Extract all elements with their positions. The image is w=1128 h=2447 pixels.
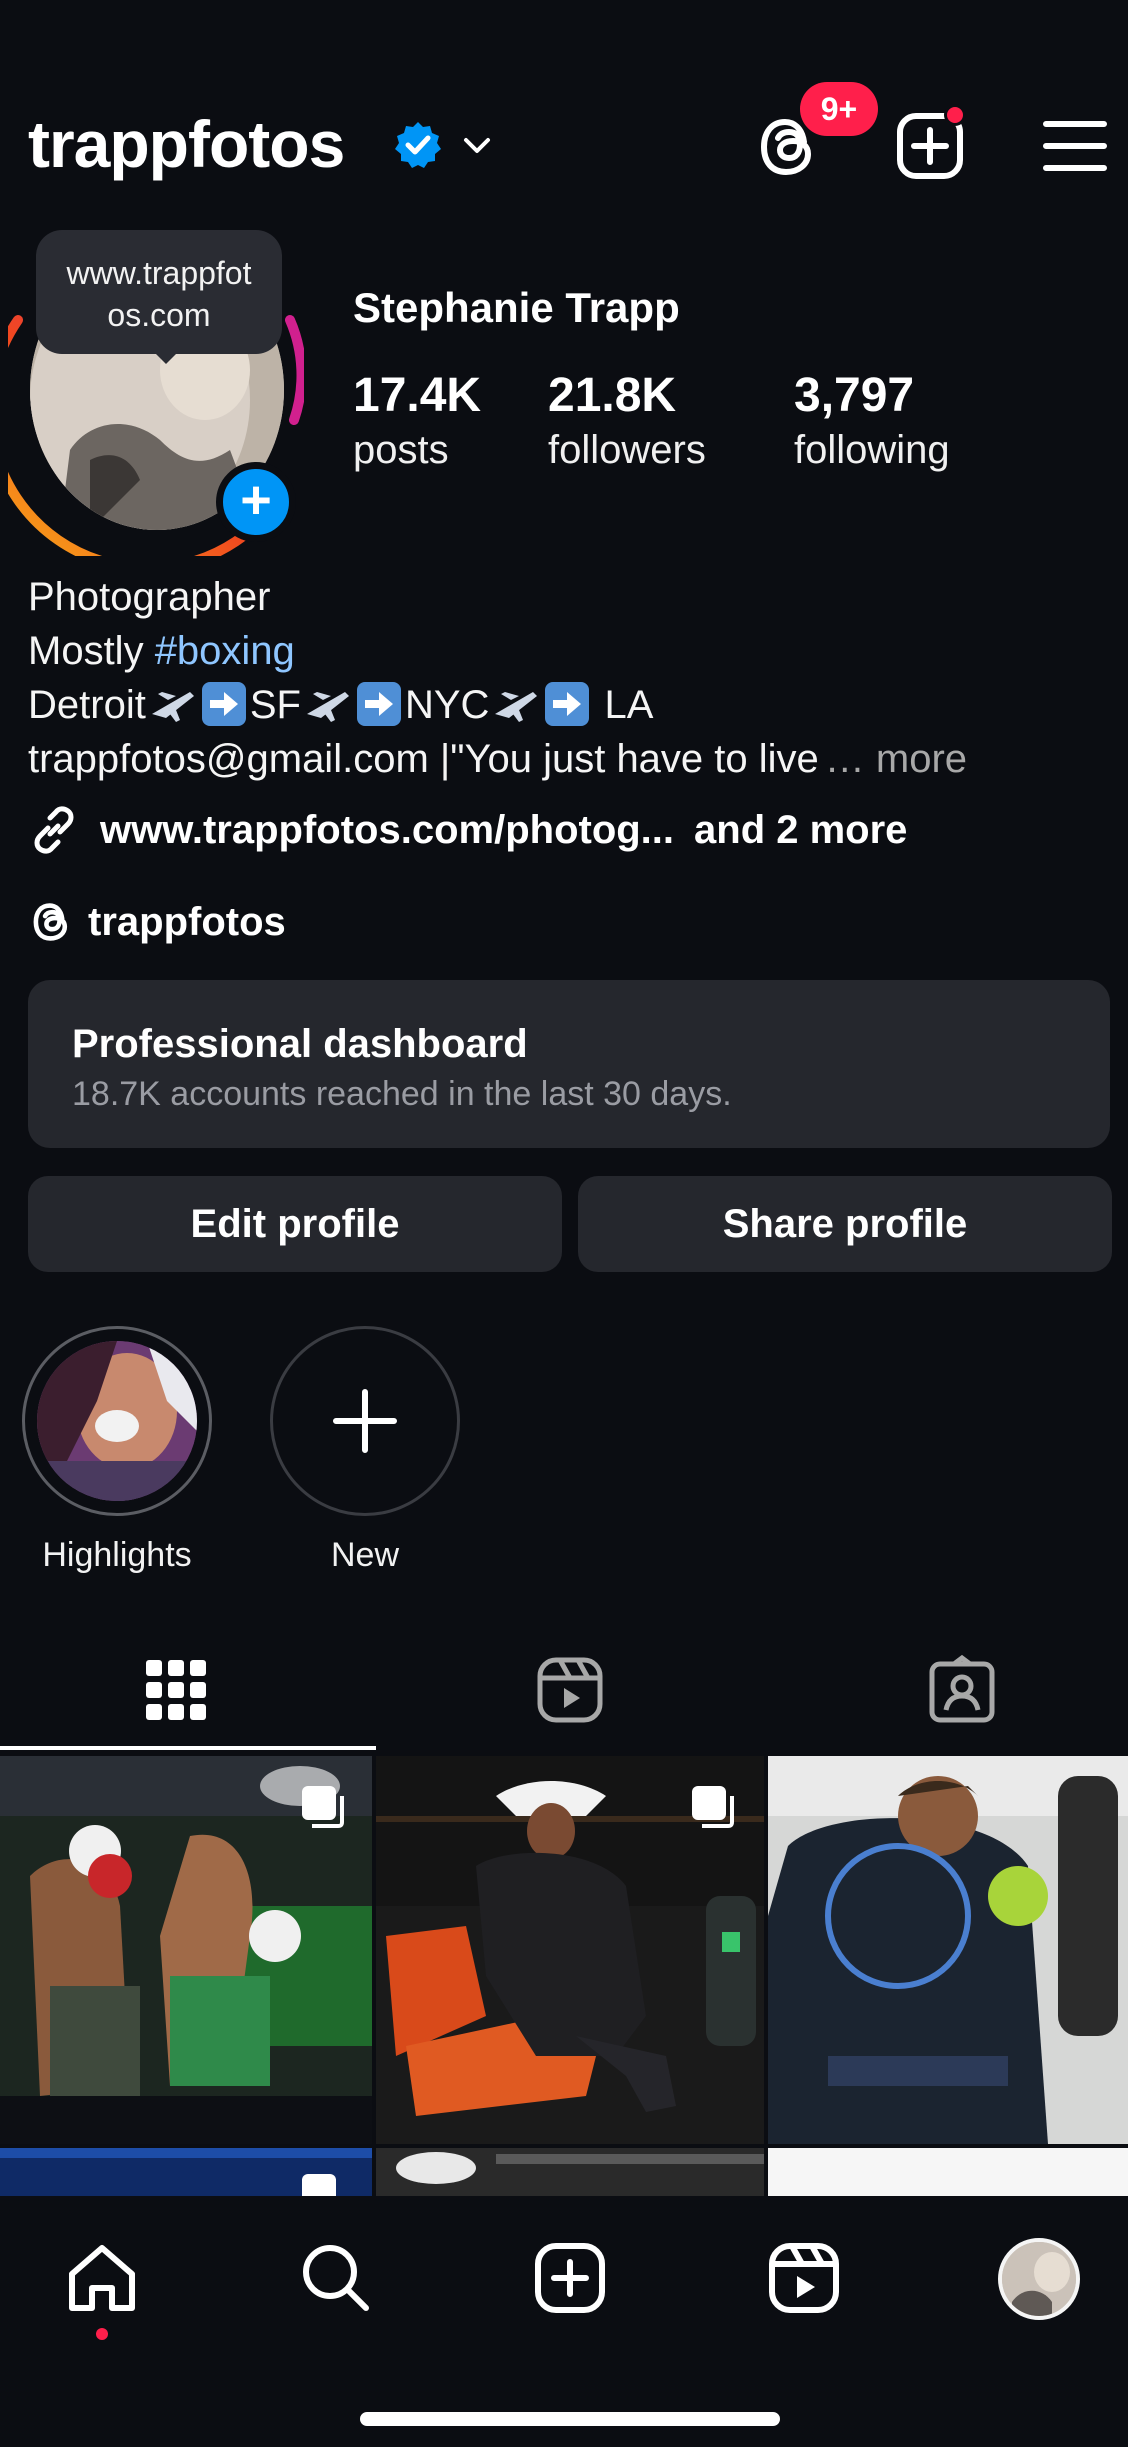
bio-line-1: Photographer bbox=[28, 575, 271, 619]
reels-icon[interactable] bbox=[764, 2238, 844, 2318]
username-switcher[interactable]: trappfotos bbox=[28, 104, 345, 184]
search-icon[interactable] bbox=[296, 2238, 376, 2318]
followers-label: followers bbox=[548, 428, 706, 472]
multiple-photos-icon bbox=[302, 1786, 344, 1828]
tagged-icon[interactable] bbox=[926, 1654, 998, 1726]
threads-profile-link[interactable]: trappfotos bbox=[28, 892, 286, 952]
following-count: 3,797 bbox=[794, 369, 915, 422]
arrow-right-icon bbox=[545, 682, 590, 726]
bio-line-2: Mostly #boxing bbox=[28, 624, 1108, 678]
bio-text: Mostly bbox=[28, 629, 155, 673]
chevron-down-icon[interactable] bbox=[458, 126, 496, 164]
highlight-item[interactable]: Highlights bbox=[22, 1326, 212, 1576]
more-links[interactable]: and 2 more bbox=[694, 808, 907, 853]
highlight-label: Highlights bbox=[42, 1536, 192, 1574]
home-icon[interactable] bbox=[62, 2238, 142, 2318]
full-name: Stephanie Trapp bbox=[353, 284, 680, 331]
profile-avatar[interactable] bbox=[998, 2238, 1080, 2320]
posts-stat[interactable]: 17.4K posts bbox=[353, 368, 481, 476]
followers-stat[interactable]: 21.8K followers bbox=[548, 368, 706, 476]
new-highlight[interactable]: New bbox=[270, 1326, 460, 1576]
airplane-icon bbox=[151, 692, 194, 722]
airplane-icon bbox=[306, 692, 349, 722]
active-tab-indicator bbox=[0, 1746, 376, 1750]
hashtag-link[interactable]: #boxing bbox=[155, 629, 295, 673]
followers-count: 21.8K bbox=[548, 369, 677, 422]
following-stat[interactable]: 3,797 following bbox=[794, 368, 950, 476]
bio-line-4: trappfotos@gmail.com |"You just have to … bbox=[28, 732, 1108, 786]
plus-icon bbox=[333, 1389, 397, 1453]
following-label: following bbox=[794, 428, 950, 472]
tooltip-text: www.trappfotos.com bbox=[66, 255, 252, 333]
post-thumbnail[interactable] bbox=[0, 1756, 372, 2144]
create-notification-dot bbox=[944, 104, 966, 126]
posts-grid bbox=[0, 1756, 1128, 2196]
share-profile-button[interactable]: Share profile bbox=[578, 1176, 1112, 1272]
dashboard-title: Professional dashboard bbox=[72, 1022, 528, 1066]
post-thumbnail[interactable] bbox=[376, 1756, 764, 2144]
create-icon[interactable] bbox=[530, 2238, 610, 2318]
website-link[interactable]: www.trappfotos.com/photog... and 2 more bbox=[28, 800, 907, 860]
multiple-photos-icon bbox=[692, 1786, 734, 1828]
profile-tabs bbox=[0, 1640, 1128, 1750]
post-thumbnail[interactable] bbox=[768, 2148, 1128, 2196]
airplane-icon bbox=[495, 692, 538, 722]
home-notification-dot bbox=[96, 2328, 108, 2340]
bio-more-link[interactable]: … more bbox=[825, 737, 967, 781]
bio-line-3: Detroit SF NYC LA bbox=[28, 678, 1108, 732]
tooltip-tail bbox=[150, 348, 182, 364]
verified-badge-icon bbox=[395, 122, 441, 168]
post-thumbnail[interactable] bbox=[376, 2148, 764, 2196]
bottom-navigation bbox=[0, 2196, 1128, 2447]
top-bar: trappfotos 9+ bbox=[0, 0, 1128, 220]
grid-icon[interactable] bbox=[140, 1654, 212, 1726]
bio-email: trappfotos@gmail.com |"You just have to … bbox=[28, 737, 819, 781]
new-highlight-ring bbox=[270, 1326, 460, 1516]
bio-city: LA bbox=[593, 683, 654, 727]
multiple-photos-icon bbox=[302, 2174, 336, 2196]
edit-profile-button[interactable]: Edit profile bbox=[28, 1176, 562, 1272]
website-url[interactable]: www.trappfotos.com/photog... bbox=[100, 808, 674, 853]
avatar-thumbnail bbox=[1002, 2242, 1076, 2316]
post-thumbnail[interactable] bbox=[768, 1756, 1128, 2144]
arrow-right-icon bbox=[201, 682, 246, 726]
reels-icon[interactable] bbox=[534, 1654, 606, 1726]
notification-badge: 9+ bbox=[800, 82, 878, 136]
highlight-cover bbox=[37, 1341, 197, 1501]
website-tooltip[interactable]: www.trappfotos.com bbox=[36, 230, 282, 354]
professional-dashboard[interactable]: Professional dashboard 18.7K accounts re… bbox=[28, 980, 1110, 1148]
highlight-ring bbox=[22, 1326, 212, 1516]
home-indicator bbox=[360, 2412, 780, 2426]
bio: Photographer Mostly #boxing Detroit SF NYC… bbox=[28, 570, 1108, 786]
bio-city: SF bbox=[249, 683, 301, 727]
posts-count: 17.4K bbox=[353, 369, 482, 422]
bio-city: Detroit bbox=[28, 683, 146, 727]
dashboard-subtitle: 18.7K accounts reached in the last 30 da… bbox=[72, 1075, 732, 1113]
new-highlight-label: New bbox=[330, 1536, 400, 1574]
bio-city: NYC bbox=[404, 683, 490, 727]
menu-icon[interactable] bbox=[1042, 118, 1108, 174]
post-thumbnail[interactable] bbox=[0, 2148, 372, 2196]
threads-icon bbox=[33, 903, 68, 941]
link-icon bbox=[34, 806, 74, 854]
arrow-right-icon bbox=[356, 682, 401, 726]
posts-label: posts bbox=[353, 428, 449, 472]
threads-handle: trappfotos bbox=[88, 899, 286, 944]
add-story-button[interactable]: + bbox=[216, 462, 296, 542]
